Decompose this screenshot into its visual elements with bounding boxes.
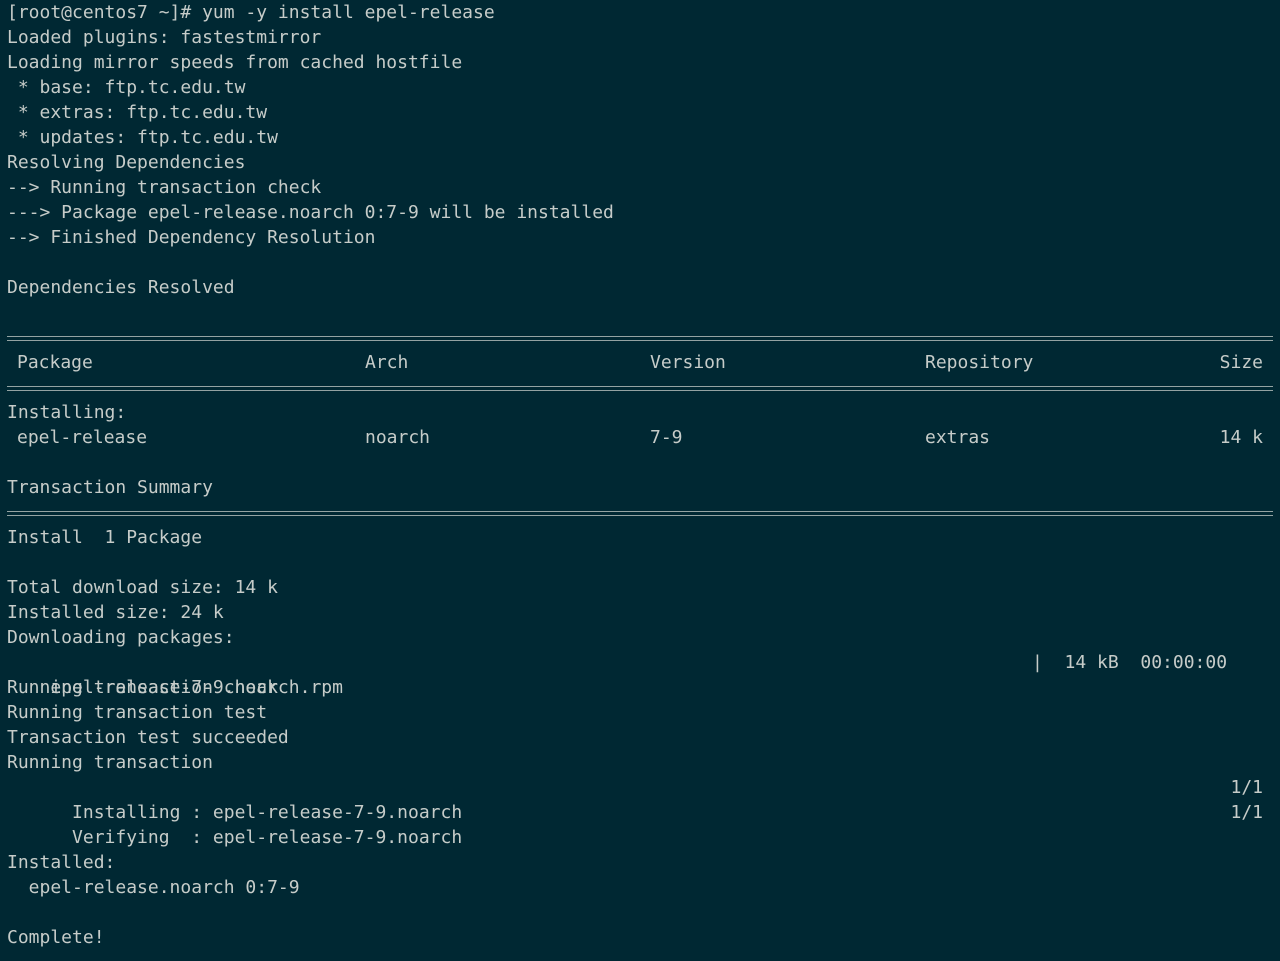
cell-size: 14 k [1219, 427, 1263, 448]
output-line: ---> Package epel-release.noarch 0:7-9 w… [7, 202, 614, 223]
installing-step-progress: 1/1 [1230, 777, 1263, 798]
table-header-row: Package Arch Version Repository Size [7, 350, 1280, 375]
output-line: Resolving Dependencies [7, 152, 246, 173]
download-stats: | 14 kB 00:00:00 [1032, 652, 1228, 673]
complete-line: Complete! [7, 927, 105, 948]
output-line: Running transaction [7, 752, 213, 773]
installed-label: Installed: [7, 852, 116, 873]
cell-package: epel-release [17, 427, 148, 448]
table-row: epel-release noarch 7-9 extras 14 k [7, 425, 1280, 450]
column-header-size: Size [1219, 352, 1263, 373]
table-section-label: Installing: [7, 402, 127, 423]
verifying-step-progress: 1/1 [1230, 802, 1263, 823]
output-line: Running transaction check [7, 677, 278, 698]
output-line: * base: ftp.tc.edu.tw [7, 77, 246, 98]
column-header-version: Version [650, 352, 726, 373]
transaction-summary-title: Transaction Summary [7, 477, 213, 498]
output-line: Loading mirror speeds from cached hostfi… [7, 52, 463, 73]
terminal-window[interactable]: [root@centos7 ~]# yum -y install epel-re… [0, 0, 1280, 961]
command-prompt-line: [root@centos7 ~]# yum -y install epel-re… [7, 2, 495, 23]
downloading-line: Downloading packages: [7, 627, 235, 648]
column-header-arch: Arch [365, 352, 409, 373]
cell-arch: noarch [365, 427, 431, 448]
total-download-line: Total download size: 14 k [7, 577, 278, 598]
double-separator [7, 500, 1280, 525]
output-line: Running transaction test [7, 702, 268, 723]
output-line: * updates: ftp.tc.edu.tw [7, 127, 278, 148]
installed-size-line: Installed size: 24 k [7, 602, 224, 623]
output-line: * extras: ftp.tc.edu.tw [7, 102, 268, 123]
verifying-step-line: Verifying : epel-release-7-9.noarch 1/1 [7, 800, 1280, 848]
double-separator [7, 325, 1280, 350]
column-header-package: Package [17, 352, 93, 373]
install-count-line: Install 1 Package [7, 527, 203, 548]
download-progress-line: epel-release-7-9.noarch.rpm | 14 kB 00:0… [7, 650, 1280, 698]
output-line: --> Running transaction check [7, 177, 322, 198]
double-separator [7, 375, 1280, 400]
output-line: Transaction test succeeded [7, 727, 289, 748]
installing-step-line: Installing : epel-release-7-9.noarch 1/1 [7, 775, 1280, 823]
installed-package-line: epel-release.noarch 0:7-9 [7, 877, 300, 898]
cell-repository: extras [925, 427, 991, 448]
output-line: Loaded plugins: fastestmirror [7, 27, 322, 48]
column-header-repository: Repository [925, 352, 1034, 373]
output-line: --> Finished Dependency Resolution [7, 227, 376, 248]
dependencies-resolved-line: Dependencies Resolved [7, 277, 235, 298]
cell-version: 7-9 [650, 427, 683, 448]
